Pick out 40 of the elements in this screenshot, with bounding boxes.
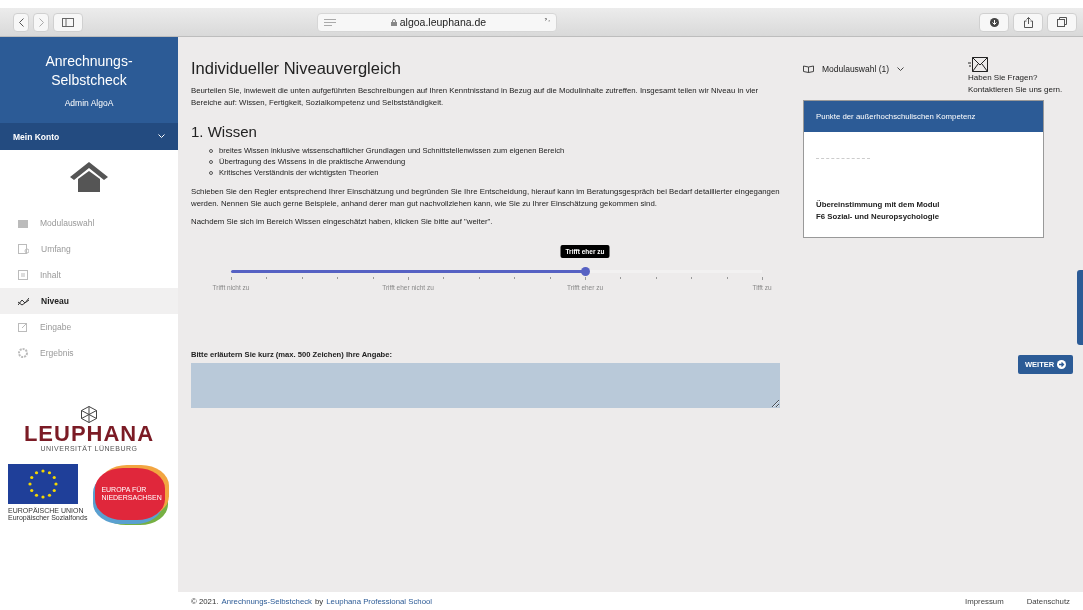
sidebar-icon (62, 17, 74, 27)
page-title: Individueller Niveauvergleich (191, 59, 403, 78)
contact-text: Haben Sie Fragen? (968, 72, 1038, 84)
section-title: 1. Wissen (191, 123, 258, 140)
slider-thumb[interactable] (580, 267, 590, 276)
tabs-button[interactable] (1047, 12, 1077, 32)
edit-icon (18, 322, 28, 332)
back-button[interactable] (13, 12, 29, 32)
folder-icon (18, 218, 28, 228)
chevron-icon (158, 134, 165, 139)
lock-icon (390, 19, 397, 26)
share-button[interactable] (1013, 12, 1043, 32)
nav-item[interactable]: Niveau (0, 288, 178, 314)
module-select[interactable]: Modulauswahl (1) (803, 61, 905, 77)
home-icon[interactable] (70, 162, 108, 192)
app-title: Anrechnungs- Selbstcheck (45, 52, 133, 90)
contact-text: Kontaktieren Sie uns gern. (968, 84, 1063, 96)
chart-icon (18, 296, 29, 306)
account-menu[interactable]: Mein Konto (0, 123, 178, 150)
share-icon (1023, 16, 1033, 28)
address-field[interactable]: algoa.leuphana.de (317, 12, 557, 32)
sidebar-button[interactable] (53, 12, 83, 32)
back-icon (18, 17, 24, 27)
book-icon (803, 65, 814, 73)
slider-track[interactable] (231, 270, 762, 273)
forward-icon (38, 17, 44, 27)
user-name: Admin AlgoA (64, 98, 114, 108)
tabs-icon (1057, 17, 1067, 27)
answer-field[interactable] (191, 363, 780, 408)
arrow-circle-icon (1057, 360, 1067, 369)
reader-icon (324, 18, 336, 26)
list-icon (18, 270, 28, 280)
university-logo-name: LEUPHANA (23, 423, 155, 445)
document-icon (18, 244, 29, 254)
mail-icon[interactable] (968, 57, 988, 72)
download-icon (989, 17, 999, 27)
eu-flag-icon (8, 464, 78, 504)
cube-logo-icon (81, 406, 97, 423)
chevron-icon (897, 66, 905, 72)
download-button[interactable] (979, 12, 1009, 32)
